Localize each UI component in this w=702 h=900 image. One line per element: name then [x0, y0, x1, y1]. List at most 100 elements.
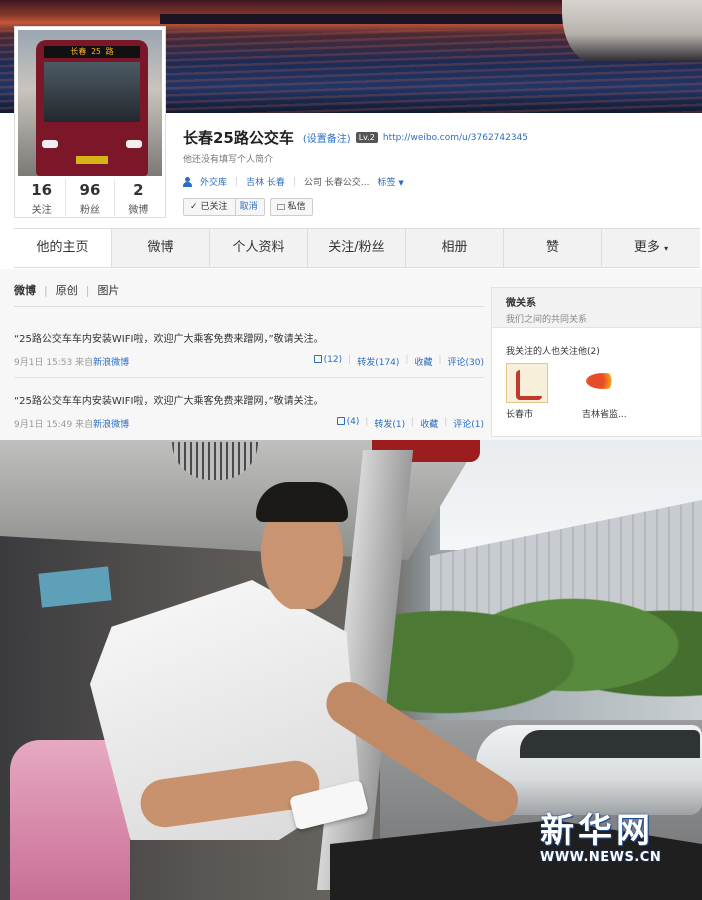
- xinhua-watermark: 新华网 WWW.NEWS.CN: [540, 812, 690, 865]
- profile-url-link[interactable]: http://weibo.com/u/3762742345: [383, 133, 528, 143]
- stat-label: 粉丝: [79, 205, 100, 216]
- stat-followers[interactable]: 96 粉丝: [66, 179, 115, 216]
- user-avatar[interactable]: [506, 363, 548, 403]
- user-name[interactable]: 吉林省监...: [582, 407, 638, 420]
- chevron-down-icon: ▼: [398, 179, 404, 187]
- post-meta: 9月1日 15:49 来自新浪微博 (4) | 转发(1) | 收藏 | 评论(…: [14, 417, 484, 430]
- stat-label: 关注: [31, 205, 52, 216]
- profile-actions: ✓ 已关注 取消 私信: [183, 198, 313, 216]
- profile-header: 长春25路公交车 (设置备注) Lv.2 http://weibo.com/u/…: [183, 127, 528, 148]
- tab-profile-info[interactable]: 个人资料: [210, 229, 308, 267]
- tab-likes[interactable]: 赞: [504, 229, 602, 267]
- stat-posts[interactable]: 2 微博: [115, 179, 162, 216]
- common-users: 长春市 吉林省监...: [492, 357, 701, 420]
- post-source[interactable]: 新浪微博: [93, 358, 129, 368]
- feed-filter: 微博 | 原创 | 图片: [14, 282, 484, 298]
- feed: 微博 | 原创 | 图片 “25路公交车车内安装WIFI啦，欢迎广大乘客免费来蹭…: [14, 282, 484, 430]
- watermark-url: WWW.NEWS.CN: [540, 850, 662, 865]
- followed-button[interactable]: ✓ 已关注 取消: [183, 198, 265, 216]
- stat-label: 微博: [128, 205, 149, 216]
- post-time[interactable]: 9月1日 15:53: [14, 358, 72, 368]
- tab-weibo[interactable]: 微博: [112, 229, 210, 267]
- level-badge[interactable]: Lv.2: [355, 132, 378, 143]
- photo-trees: [380, 560, 702, 730]
- post-meta: 9月1日 15:53 来自新浪微博 (12) | 转发(174) | 收藏 | …: [14, 355, 484, 368]
- avatar[interactable]: 长春 25 路: [18, 30, 162, 176]
- location-link-1[interactable]: 外交库: [200, 175, 227, 188]
- divider: |: [411, 417, 415, 427]
- user-name[interactable]: 长春市: [506, 407, 562, 420]
- comment-button[interactable]: 评论(30): [448, 355, 484, 368]
- cover-shore: [160, 14, 580, 24]
- mail-icon: [276, 204, 285, 210]
- feed-post: “25路公交车车内安装WIFI啦，欢迎广大乘客免费来蹭网，”敬请关注。 9月1日…: [14, 330, 484, 378]
- bus-windshield: [44, 62, 140, 122]
- unfollow-link[interactable]: 取消: [234, 199, 258, 215]
- thumbs-up-icon: [336, 417, 345, 425]
- post-time[interactable]: 9月1日 15:49: [14, 420, 72, 430]
- filter-images[interactable]: 图片: [97, 282, 119, 298]
- divider: |: [405, 355, 409, 365]
- user-avatar[interactable]: [582, 363, 624, 403]
- like-button[interactable]: (4): [336, 417, 359, 430]
- photo-car-window: [520, 730, 700, 758]
- bus-headlight: [126, 140, 142, 148]
- profile-card: 长春 25 路 16 关注 96 粉丝 2 微博: [14, 26, 166, 218]
- stat-number: 96: [79, 181, 101, 199]
- divider: [14, 377, 484, 378]
- post-text: “25路公交车车内安装WIFI啦，欢迎广大乘客免费来蹭网，”敬请关注。: [14, 396, 324, 407]
- stat-number: 16: [31, 181, 53, 199]
- source-prefix: 来自: [75, 358, 94, 368]
- post-actions: (4) | 转发(1) | 收藏 | 评论(1): [336, 417, 484, 430]
- photo-blue-box: [38, 566, 112, 608]
- bus-sign: 长春 25 路: [44, 46, 140, 58]
- set-remark-link[interactable]: (设置备注): [303, 130, 351, 145]
- post-actions: (12) | 转发(174) | 收藏 | 评论(30): [313, 355, 484, 368]
- favorite-button[interactable]: 收藏: [420, 417, 438, 430]
- post-text: “25路公交车车内安装WIFI啦，欢迎广大乘客免费来蹭网，”敬请关注。: [14, 334, 324, 345]
- source-prefix: 来自: [75, 420, 94, 430]
- like-button[interactable]: (12): [313, 355, 342, 368]
- filter-original[interactable]: 原创: [56, 282, 78, 298]
- repost-button[interactable]: 转发(1): [374, 417, 405, 430]
- divider: |: [85, 283, 90, 297]
- divider: |: [292, 176, 296, 187]
- company-text: 公司 长春公交...: [303, 178, 370, 188]
- divider: |: [438, 355, 442, 365]
- message-button[interactable]: 私信: [269, 198, 313, 216]
- panel-header: 微关系 我们之间的共同关系: [492, 288, 701, 328]
- common-user[interactable]: 吉林省监...: [582, 363, 638, 420]
- divider: |: [444, 417, 448, 427]
- comment-button[interactable]: 评论(1): [453, 417, 484, 430]
- post-time-source: 9月1日 15:53 来自新浪微博: [14, 355, 129, 368]
- post-time-source: 9月1日 15:49 来自新浪微博: [14, 417, 129, 430]
- common-user[interactable]: 长春市: [506, 363, 562, 420]
- panel-title: 微关系: [506, 298, 536, 309]
- feed-post: “25路公交车车内安装WIFI啦，欢迎广大乘客免费来蹭网，”敬请关注。 9月1日…: [14, 392, 484, 430]
- post-source[interactable]: 新浪微博: [93, 420, 129, 430]
- common-follow-label: 我关注的人也关注他(2): [506, 347, 600, 357]
- more-label: 更多: [633, 240, 660, 255]
- tab-follow-fans[interactable]: 关注/粉丝: [308, 229, 406, 267]
- stat-following[interactable]: 16 关注: [18, 179, 67, 216]
- tags-dropdown[interactable]: 标签 ▼: [377, 175, 403, 188]
- watermark-brand: 新华网: [540, 811, 654, 851]
- panel-subtitle: 我们之间的共同关系: [506, 315, 588, 325]
- followed-label: 已关注: [200, 202, 228, 212]
- divider: |: [44, 283, 48, 297]
- location-link-2[interactable]: 吉林 长春: [246, 175, 285, 188]
- thumbs-up-icon: [313, 355, 322, 363]
- filter-all[interactable]: 微博: [14, 282, 36, 298]
- relationship-panel: 微关系 我们之间的共同关系 我关注的人也关注他(2) 长春市 吉林省监...: [491, 287, 702, 437]
- bus-image: 长春 25 路: [36, 40, 148, 176]
- bus-plate: [76, 156, 108, 164]
- tab-home[interactable]: 他的主页: [14, 229, 112, 267]
- tab-more[interactable]: 更多 ▾: [602, 229, 700, 267]
- repost-button[interactable]: 转发(174): [357, 355, 399, 368]
- tab-album[interactable]: 相册: [406, 229, 504, 267]
- profile-bio: 他还没有填写个人简介: [183, 155, 274, 165]
- photo-driver-hair: [256, 482, 348, 522]
- profile-nav: 他的主页 微博 个人资料 关注/粉丝 相册 赞 更多 ▾: [14, 228, 700, 268]
- favorite-button[interactable]: 收藏: [414, 355, 432, 368]
- stat-number: 2: [133, 181, 144, 199]
